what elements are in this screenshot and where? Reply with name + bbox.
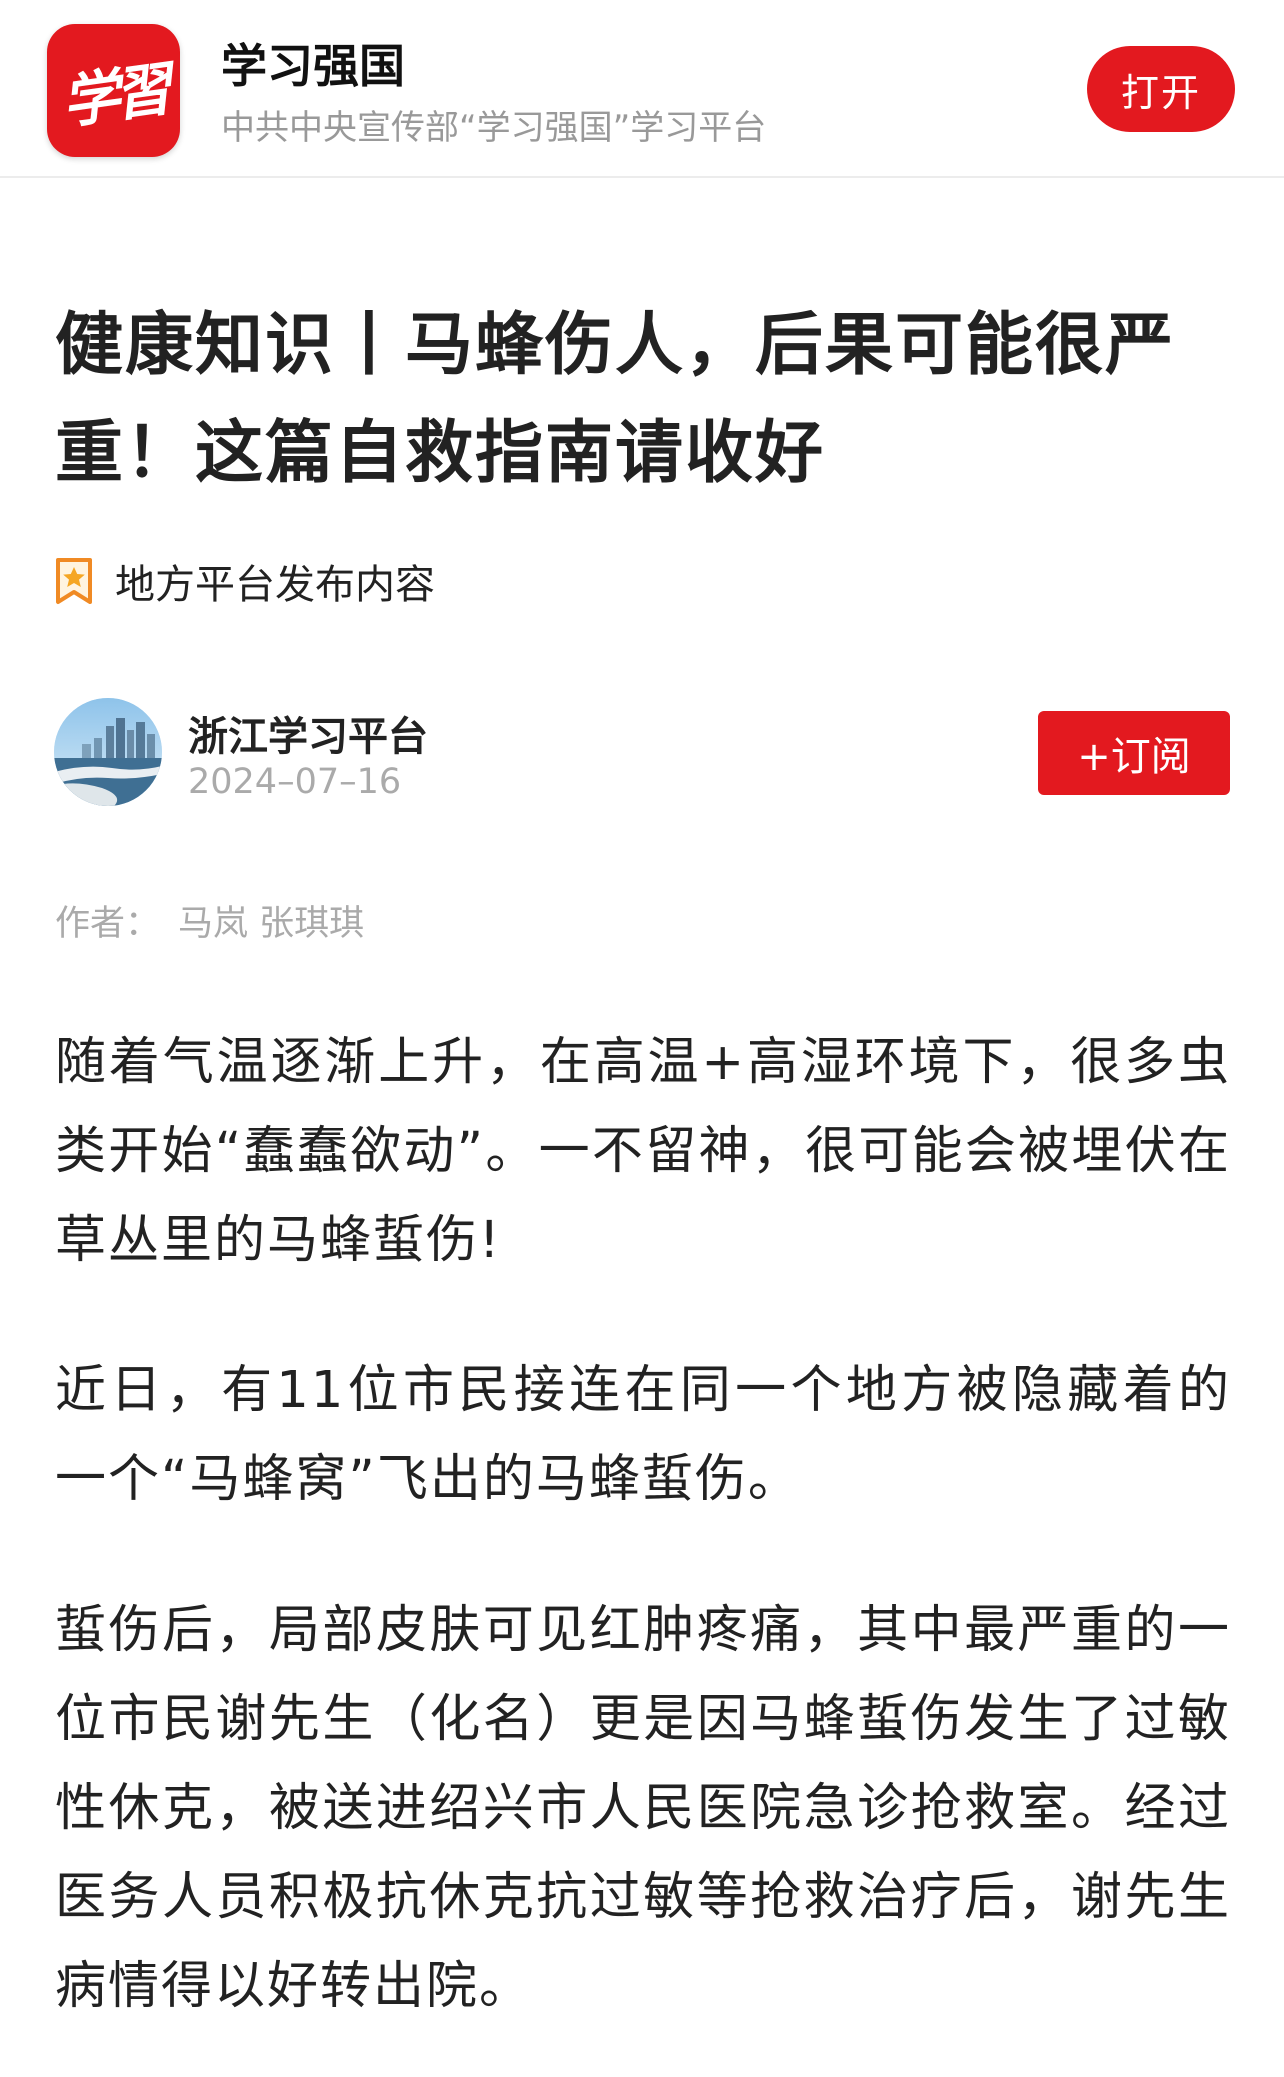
publisher-name[interactable]: 浙江学习平台: [188, 704, 428, 762]
app-icon-text: 学習: [57, 54, 171, 137]
city-skyline-avatar[interactable]: [54, 698, 162, 806]
source-tag: 地方平台发布内容: [55, 552, 435, 610]
open-app-button[interactable]: 打开: [1087, 46, 1235, 132]
source-tag-label: 地方平台发布内容: [115, 562, 435, 608]
publish-date: 2024–07–16: [188, 762, 402, 802]
body-paragraph: 随着气温逐渐上升，在高温+高湿环境下，很多虫类开始“蠢蠢欲动”。一不留神，很可能…: [55, 1033, 1231, 1270]
body-paragraph: 蜇伤后，局部皮肤可见红肿疼痛，其中最严重的一位市民谢先生（化名）更是因马蜂蜇伤发…: [55, 1601, 1231, 2016]
avatar-image: [54, 698, 162, 806]
subscribe-button[interactable]: +订阅: [1038, 711, 1230, 795]
article-title: 健康知识丨马蜂伤人，后果可能很严重！这篇自救指南请收好: [55, 306, 1176, 493]
xuexi-logo-icon[interactable]: 学習: [47, 24, 180, 157]
author-label: 作者：: [55, 904, 161, 944]
body-paragraph: 近日，有11位市民接连在同一个地方被隐藏着的一个“马蜂窝”飞出的马蜂蜇伤。: [55, 1361, 1231, 1509]
app-name: 学习强国: [221, 39, 405, 93]
app-download-banner: 学習 学习强国 中共中央宣传部“学习强国”学习平台 打开: [0, 0, 1284, 178]
bookmark-star-icon: [56, 558, 92, 604]
author-line: 作者： 马岚 张琪琪: [55, 895, 382, 946]
author-names: 马岚 张琪琪: [178, 904, 365, 944]
app-description: 中共中央宣传部“学习强国”学习平台: [221, 108, 767, 148]
